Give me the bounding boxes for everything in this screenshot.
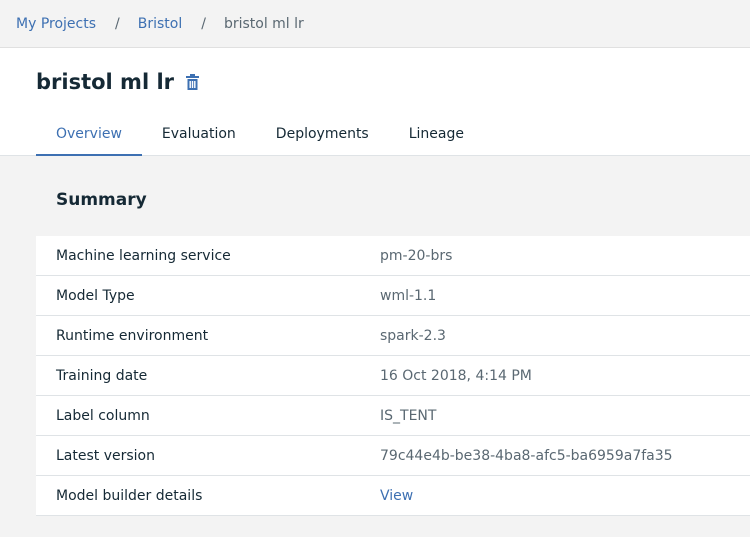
tab-lineage[interactable]: Lineage xyxy=(389,116,484,156)
table-row: Model Type wml-1.1 xyxy=(36,276,750,316)
breadcrumb-current: bristol ml lr xyxy=(223,15,304,32)
row-label: Machine learning service xyxy=(56,247,231,264)
summary-title: Summary xyxy=(56,190,147,210)
title-row: bristol ml lr xyxy=(36,70,200,94)
row-value: IS_TENT xyxy=(380,407,437,424)
row-label: Training date xyxy=(56,367,148,384)
table-row: Training date 16 Oct 2018, 4:14 PM xyxy=(36,356,750,396)
row-value: pm-20-brs xyxy=(380,247,453,264)
row-label: Runtime environment xyxy=(56,327,209,344)
row-value: 79c44e4b-be38-4ba8-afc5-ba6959a7fa35 xyxy=(380,447,673,464)
table-row: Runtime environment spark-2.3 xyxy=(36,316,750,356)
table-row: Model builder details View xyxy=(36,476,750,516)
table-row: Label column IS_TENT xyxy=(36,396,750,436)
tab-overview[interactable]: Overview xyxy=(36,116,142,156)
row-label: Label column xyxy=(56,407,150,424)
row-label: Latest version xyxy=(56,447,155,464)
table-row: Machine learning service pm-20-brs xyxy=(36,236,750,276)
row-value: 16 Oct 2018, 4:14 PM xyxy=(380,367,532,384)
row-label: Model builder details xyxy=(56,487,203,504)
breadcrumb-my-projects[interactable]: My Projects xyxy=(16,16,96,32)
page-title: bristol ml lr xyxy=(36,70,175,94)
breadcrumb-separator: / xyxy=(201,15,206,32)
summary-table: Machine learning service pm-20-brs Model… xyxy=(36,236,750,516)
tab-deployments[interactable]: Deployments xyxy=(256,116,389,156)
row-value: spark-2.3 xyxy=(380,327,446,344)
row-label: Model Type xyxy=(56,287,135,304)
tab-evaluation[interactable]: Evaluation xyxy=(142,116,256,156)
page-header: bristol ml lr Overview Evaluation Deploy… xyxy=(0,48,750,156)
table-row: Latest version 79c44e4b-be38-4ba8-afc5-b… xyxy=(36,436,750,476)
view-link[interactable]: View xyxy=(380,488,413,504)
breadcrumb-separator: / xyxy=(115,15,120,32)
tab-bar: Overview Evaluation Deployments Lineage xyxy=(36,116,484,156)
trash-icon[interactable] xyxy=(184,72,200,92)
breadcrumb: My Projects / Bristol / bristol ml lr xyxy=(0,0,750,48)
row-value: wml-1.1 xyxy=(380,287,437,304)
breadcrumb-bristol[interactable]: Bristol xyxy=(138,16,183,32)
